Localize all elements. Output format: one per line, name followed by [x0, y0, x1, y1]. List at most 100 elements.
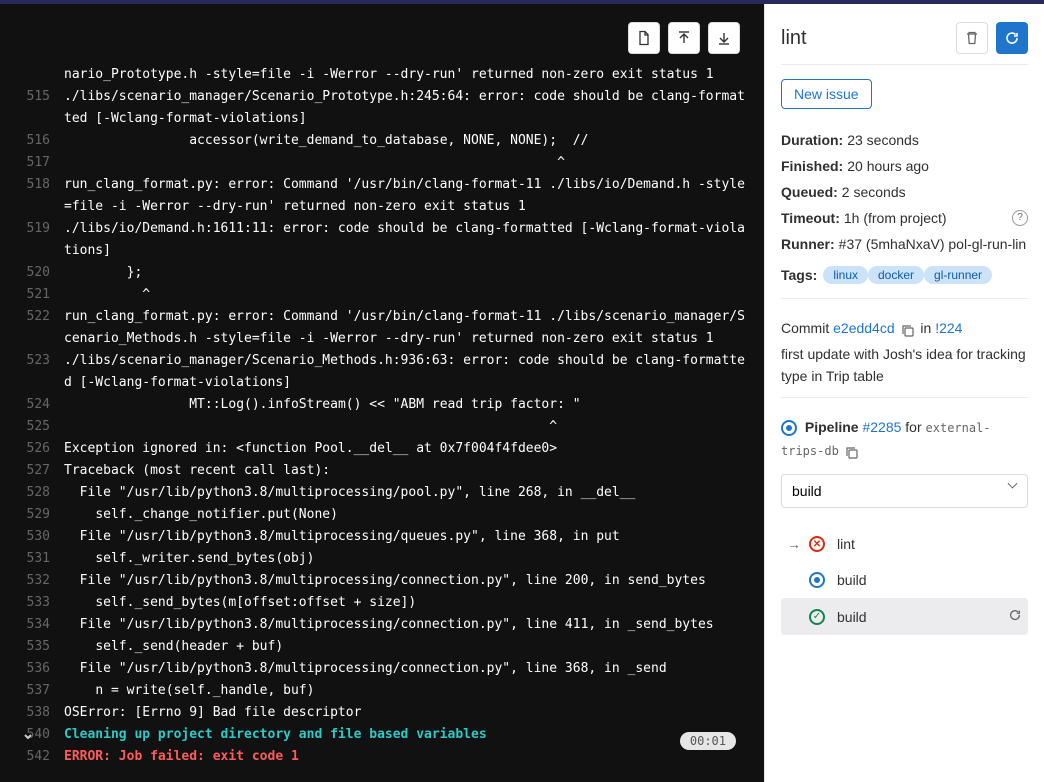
divider	[781, 64, 1028, 65]
line-content: ./libs/scenario_manager/Scenario_Methods…	[64, 350, 748, 394]
line-number: 523	[16, 350, 64, 394]
line-content: Traceback (most recent call last):	[64, 460, 748, 482]
line-content: File "/usr/lib/python3.8/multiprocessing…	[64, 526, 748, 548]
log-line[interactable]: 516 accessor(write_demand_to_database, N…	[16, 130, 748, 152]
scroll-top-button[interactable]	[668, 22, 700, 54]
log-line[interactable]: 521 ^	[16, 284, 748, 306]
log-line[interactable]: 519./libs/io/Demand.h:1611:11: error: co…	[16, 218, 748, 262]
commit-label: Commit	[781, 320, 829, 336]
trash-icon	[964, 30, 980, 46]
retry-job-button[interactable]	[996, 22, 1028, 54]
line-content: File "/usr/lib/python3.8/multiprocessing…	[64, 614, 748, 636]
log-line[interactable]: 532 File "/usr/lib/python3.8/multiproces…	[16, 570, 748, 592]
line-content: Exception ignored in: <function Pool.__d…	[64, 438, 748, 460]
line-number: 520	[16, 262, 64, 284]
line-content: };	[64, 262, 748, 284]
log-line[interactable]: 517 ^	[16, 152, 748, 174]
line-content: ./libs/scenario_manager/Scenario_Prototy…	[64, 86, 748, 130]
line-number: 530	[16, 526, 64, 548]
job-name: build	[837, 609, 867, 625]
job-list: → ✕ lint build✓build	[781, 526, 1028, 635]
log-line[interactable]: 528 File "/usr/lib/python3.8/multiproces…	[16, 482, 748, 504]
commit-sha-link[interactable]: e2edd4cd	[833, 320, 895, 336]
line-number: 532	[16, 570, 64, 592]
line-content: self._send(header + buf)	[64, 636, 748, 658]
log-line[interactable]: 540Cleaning up project directory and fil…	[16, 724, 748, 746]
log-line[interactable]: 534 File "/usr/lib/python3.8/multiproces…	[16, 614, 748, 636]
sidebar-actions	[956, 22, 1028, 54]
section-collapse-icon[interactable]	[22, 730, 34, 746]
log-line[interactable]: 518run_clang_format.py: error: Command '…	[16, 174, 748, 218]
help-icon[interactable]: ?	[1012, 210, 1028, 226]
line-number: 531	[16, 548, 64, 570]
document-icon	[636, 30, 652, 46]
log-line[interactable]: 542ERROR: Job failed: exit code 1	[16, 746, 748, 768]
log-line[interactable]: 531 self._writer.send_bytes(obj)	[16, 548, 748, 570]
log-line[interactable]: 533 self._send_bytes(m[offset:offset + s…	[16, 592, 748, 614]
line-number: 538	[16, 702, 64, 724]
log-line[interactable]: 523./libs/scenario_manager/Scenario_Meth…	[16, 350, 748, 394]
log-line[interactable]: 527Traceback (most recent call last):	[16, 460, 748, 482]
line-number: 534	[16, 614, 64, 636]
copy-sha-icon[interactable]	[901, 322, 915, 336]
line-content: ^	[64, 152, 748, 174]
arrow-down-icon	[717, 31, 731, 45]
line-number: 528	[16, 482, 64, 504]
new-issue-button[interactable]: New issue	[781, 79, 872, 109]
tag-pill[interactable]: linux	[823, 266, 868, 284]
scroll-bottom-button[interactable]	[708, 22, 740, 54]
job-status-running-icon	[809, 572, 825, 588]
divider	[781, 397, 1028, 398]
line-number: 519	[16, 218, 64, 262]
show-raw-button[interactable]	[628, 22, 660, 54]
log-line[interactable]: 530 File "/usr/lib/python3.8/multiproces…	[16, 526, 748, 548]
stage-select[interactable]: build	[781, 474, 1028, 508]
line-content: MT::Log().infoStream() << "ABM read trip…	[64, 394, 748, 416]
log-line[interactable]: 538OSError: [Errno 9] Bad file descripto…	[16, 702, 748, 724]
log-line[interactable]: 535 self._send(header + buf)	[16, 636, 748, 658]
tag-pill[interactable]: gl-runner	[924, 266, 992, 284]
timeout-value: 1h (from project)	[844, 205, 947, 231]
erase-job-log-button[interactable]	[956, 22, 988, 54]
line-content: n = write(self._handle, buf)	[64, 680, 748, 702]
log-line[interactable]: 520 };	[16, 262, 748, 284]
copy-branch-icon[interactable]	[845, 444, 859, 458]
log-line[interactable]: 537 n = write(self._handle, buf)	[16, 680, 748, 702]
line-content: OSError: [Errno 9] Bad file descriptor	[64, 702, 748, 724]
line-number: 524	[16, 394, 64, 416]
line-content: File "/usr/lib/python3.8/multiprocessing…	[64, 482, 748, 504]
current-job-row[interactable]: → ✕ lint	[781, 526, 1028, 562]
log-line[interactable]: 536 File "/usr/lib/python3.8/multiproces…	[16, 658, 748, 680]
merge-request-link[interactable]: !224	[935, 320, 962, 336]
pipeline-id-link[interactable]: #2285	[862, 419, 901, 435]
job-title: lint	[781, 27, 807, 50]
duration-value: 23 seconds	[847, 127, 919, 153]
log-line[interactable]: 524 MT::Log().infoStream() << "ABM read …	[16, 394, 748, 416]
job-row[interactable]: build	[781, 562, 1028, 598]
log-line[interactable]: 526Exception ignored in: <function Pool.…	[16, 438, 748, 460]
job-sidebar: lint New issue Duration: 23 seconds Fini…	[764, 4, 1044, 782]
line-number: 522	[16, 306, 64, 350]
line-content: accessor(write_demand_to_database, NONE,…	[64, 130, 748, 152]
job-name: lint	[837, 536, 855, 552]
line-content: File "/usr/lib/python3.8/multiprocessing…	[64, 658, 748, 680]
line-number: 533	[16, 592, 64, 614]
commit-block: Commit e2edd4cd in !224 first update wit…	[781, 317, 1028, 387]
tag-pill[interactable]: docker	[868, 266, 924, 284]
runner-label: Runner:	[781, 231, 835, 257]
job-row[interactable]: ✓build	[781, 598, 1028, 635]
line-content: Cleaning up project directory and file b…	[64, 724, 748, 746]
log-line[interactable]: nario_Prototype.h -style=file -i -Werror…	[16, 64, 748, 86]
retry-icon[interactable]	[1008, 608, 1022, 625]
log-line[interactable]: 529 self._change_notifier.put(None)	[16, 504, 748, 526]
timeout-label: Timeout:	[781, 205, 840, 231]
pipeline-block: Pipeline #2285 for external-trips-db bui…	[781, 416, 1028, 508]
log-lines[interactable]: nario_Prototype.h -style=file -i -Werror…	[0, 14, 764, 782]
job-name: build	[837, 572, 867, 588]
line-content: self._writer.send_bytes(obj)	[64, 548, 748, 570]
log-line[interactable]: 522run_clang_format.py: error: Command '…	[16, 306, 748, 350]
log-line[interactable]: 515./libs/scenario_manager/Scenario_Prot…	[16, 86, 748, 130]
log-line[interactable]: 525 ^	[16, 416, 748, 438]
arrow-up-icon	[677, 31, 691, 45]
log-toolbar	[628, 22, 740, 54]
